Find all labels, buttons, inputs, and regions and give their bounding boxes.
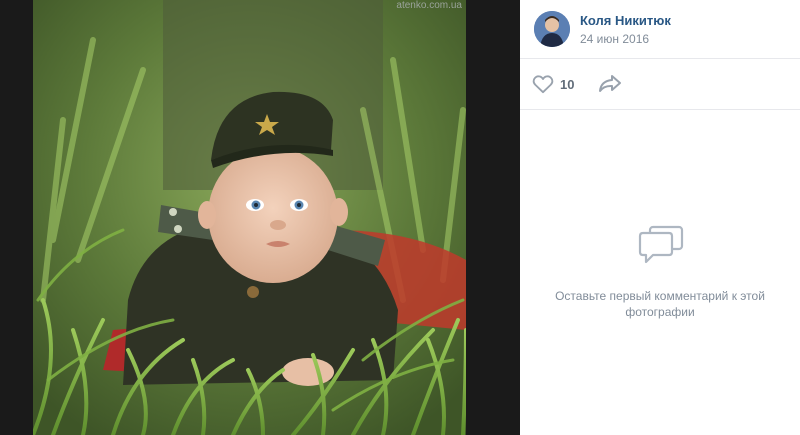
comments-section: Оставьте первый комментарий к этой фотог… xyxy=(520,110,800,435)
photo-actions: 10 xyxy=(520,59,800,110)
empty-comments-message: Оставьте первый комментарий к этой фотог… xyxy=(555,289,765,319)
photo[interactable]: atenko.com.ua xyxy=(33,0,466,435)
share-icon xyxy=(599,75,621,92)
post-date[interactable]: 24 июн 2016 xyxy=(580,32,649,46)
photo-sidebar: Коля Никитюк 24 июн 2016 10 Оставьте пер… xyxy=(520,0,800,435)
photo-watermark: atenko.com.ua xyxy=(396,0,462,11)
author-avatar[interactable] xyxy=(534,11,570,47)
author-name[interactable]: Коля Никитюк xyxy=(580,13,671,28)
comment-bubble-icon xyxy=(638,225,684,264)
avatar-image xyxy=(534,11,570,47)
author-header: Коля Никитюк 24 июн 2016 xyxy=(520,0,800,59)
photo-image xyxy=(33,0,466,435)
like-count: 10 xyxy=(560,76,575,92)
photo-viewer: atenko.com.ua xyxy=(0,0,520,435)
heart-icon xyxy=(532,75,554,94)
like-button[interactable]: 10 xyxy=(532,72,574,96)
share-button[interactable] xyxy=(598,72,624,96)
